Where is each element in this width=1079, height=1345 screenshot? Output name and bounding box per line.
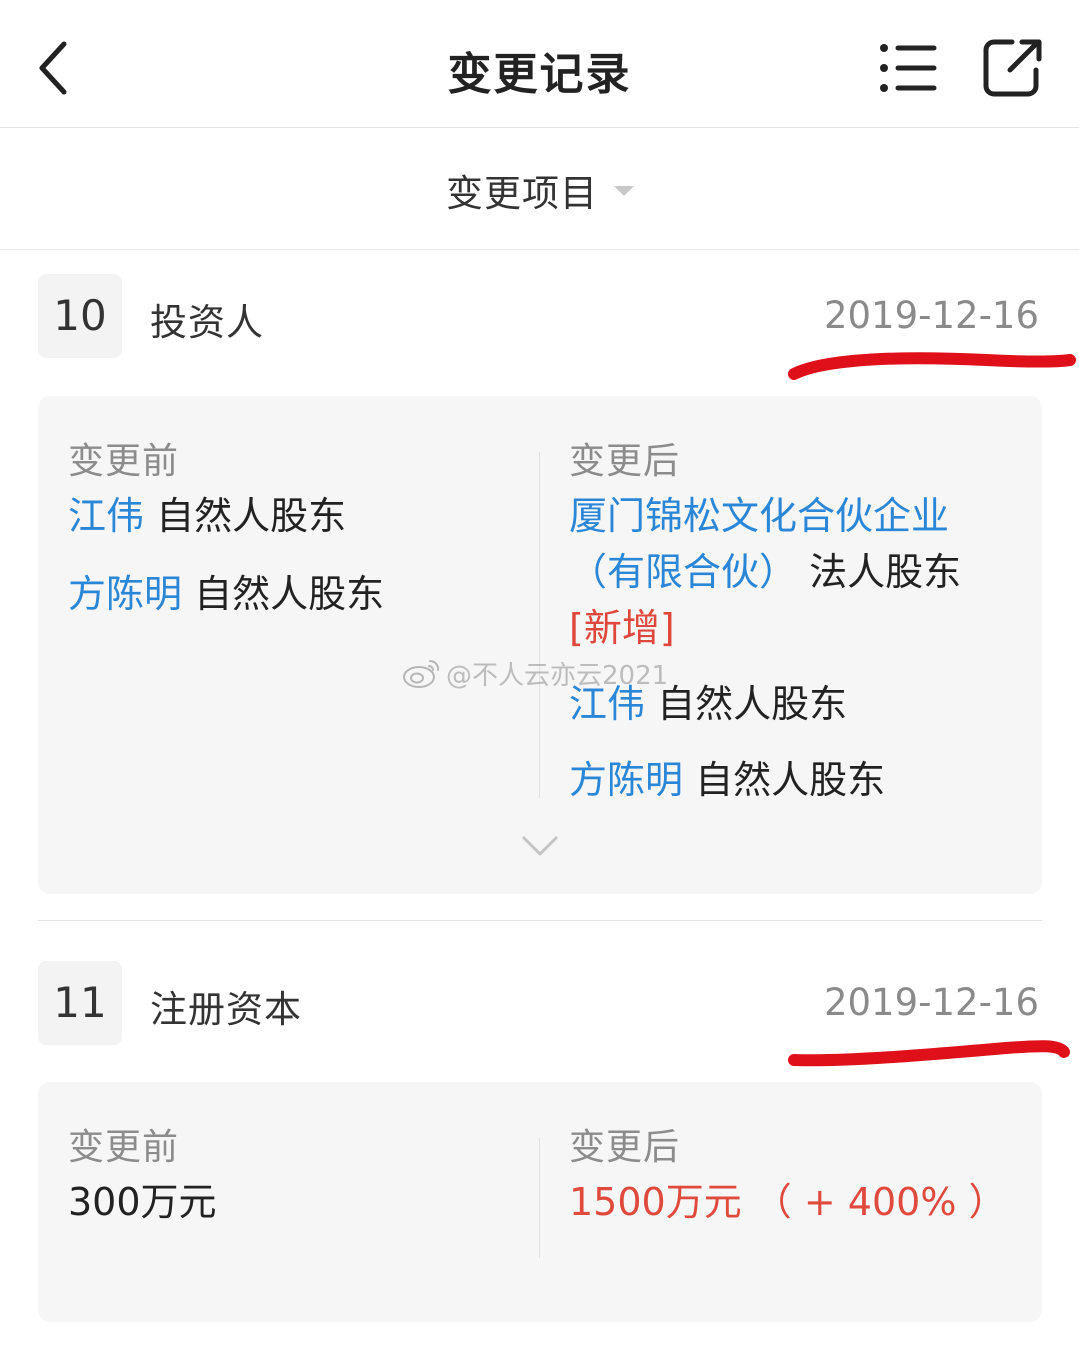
chevron-down-icon[interactable] <box>522 834 558 858</box>
shareholder-entry-new: 厦门锦松文化合伙企业 <box>569 490 949 542</box>
shareholder-link[interactable]: 方陈明 <box>569 758 683 802</box>
record-separator <box>38 920 1042 921</box>
share-icon[interactable] <box>982 36 1046 100</box>
list-icon[interactable] <box>878 42 938 94</box>
record-number: 11 <box>38 961 122 1045</box>
shareholder-role: 自然人股东 <box>657 682 848 726</box>
shareholder-entry: 方陈明 自然人股东 <box>569 754 885 806</box>
shareholder-link[interactable]: （有限合伙） <box>569 550 797 594</box>
record-title: 注册资本 <box>150 988 302 1031</box>
after-label: 变更后 <box>569 1127 681 1168</box>
shareholder-entry: 江伟 自然人股东 <box>68 490 346 542</box>
watermark: @不人云亦云2021 <box>402 656 669 691</box>
shareholder-link[interactable]: 厦门锦松文化合伙企业 <box>569 494 949 538</box>
after-label: 变更后 <box>569 441 681 482</box>
shareholder-role: 自然人股东 <box>194 572 385 616</box>
capital-before-value: 300万元 <box>68 1180 217 1224</box>
record-date: 2019-12-16 <box>823 981 1039 1024</box>
top-nav-bar: 变更记录 <box>0 0 1079 128</box>
shareholder-role: 法人股东 <box>809 550 962 594</box>
red-underline-annotation <box>788 352 1076 380</box>
shareholder-link[interactable]: 方陈明 <box>68 572 182 616</box>
record-number: 10 <box>38 274 122 358</box>
filter-label: 变更项目 <box>446 172 598 215</box>
column-divider <box>539 1138 540 1258</box>
shareholder-link[interactable]: 江伟 <box>68 494 144 538</box>
shareholder-entry: 方陈明 自然人股东 <box>68 568 384 620</box>
caret-down-icon <box>614 186 634 196</box>
capital-after-value: 1500万元 （ + 400% ） <box>569 1180 1007 1224</box>
shareholder-entry-new: （有限合伙） 法人股东 <box>569 546 961 598</box>
weibo-icon <box>403 659 440 688</box>
column-divider <box>539 452 540 798</box>
filter-bar: 变更项目 <box>0 128 1079 250</box>
new-tag-label: [新增] <box>569 606 675 650</box>
new-tag: [新增] <box>569 602 675 654</box>
watermark-text: @不人云亦云2021 <box>446 660 669 691</box>
before-label: 变更前 <box>68 1127 180 1168</box>
change-detail-panel: 变更前 变更后 300万元 1500万元 （ + 400% ） <box>38 1082 1042 1322</box>
record-date: 2019-12-16 <box>823 294 1039 337</box>
before-label: 变更前 <box>68 441 180 482</box>
record-title: 投资人 <box>150 301 264 344</box>
shareholder-role: 自然人股东 <box>695 758 886 802</box>
change-detail-panel: 变更前 变更后 江伟 自然人股东 方陈明 自然人股东 厦门锦松文化合伙企业 （有… <box>38 396 1042 894</box>
shareholder-role: 自然人股东 <box>156 494 347 538</box>
change-item-filter-dropdown[interactable]: 变更项目 <box>446 168 634 215</box>
red-underline-annotation <box>788 1040 1070 1067</box>
